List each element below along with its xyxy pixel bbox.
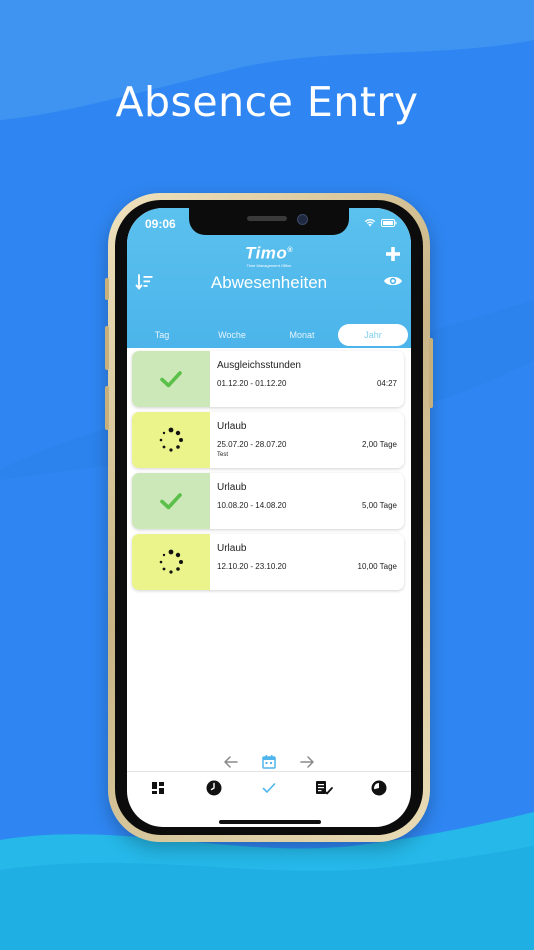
timo-logo: Timo® Time Management Office	[227, 242, 311, 268]
list-item[interactable]: Urlaub 10.08.20 - 14.08.20 5,00 Tage	[132, 473, 404, 529]
plus-icon	[386, 247, 400, 261]
power-button	[429, 338, 433, 408]
spinner-icon	[159, 549, 183, 574]
checkmark-icon	[160, 371, 182, 388]
absence-type: Urlaub	[217, 421, 247, 432]
period-pager	[127, 752, 411, 772]
wifi-icon	[364, 218, 376, 227]
bottom-navigation	[127, 778, 411, 800]
status-icons	[364, 218, 397, 227]
nav-approvals[interactable]	[314, 778, 334, 798]
list-item[interactable]: Urlaub 12.10.20 - 23.10.20 10,00 Tage	[132, 534, 404, 590]
tabbar-divider	[127, 771, 411, 772]
tab-year[interactable]: Jahr	[338, 324, 408, 346]
status-pending	[132, 534, 210, 590]
absence-dates: 25.07.20 - 28.07.20	[217, 440, 287, 449]
mute-switch	[105, 278, 109, 300]
tab-day[interactable]: Tag	[127, 324, 197, 346]
list-item[interactable]: Urlaub 25.07.20 - 28.07.20 Test 2,00 Tag…	[132, 412, 404, 468]
absence-duration: 2,00 Tage	[362, 440, 397, 449]
tab-month[interactable]: Monat	[267, 324, 337, 346]
notch	[189, 208, 349, 235]
status-approved	[132, 351, 210, 407]
status-pending	[132, 412, 210, 468]
nav-absences[interactable]	[259, 778, 279, 798]
logo-text: Timo	[245, 243, 288, 263]
front-camera	[297, 214, 308, 225]
eye-icon	[384, 276, 402, 286]
pie-chart-icon	[371, 780, 387, 796]
nav-time-tracking[interactable]	[204, 778, 224, 798]
battery-icon	[381, 218, 397, 227]
absence-type: Urlaub	[217, 482, 247, 493]
absence-duration: 10,00 Tage	[357, 562, 397, 571]
status-approved	[132, 473, 210, 529]
calendar-icon	[262, 755, 276, 769]
absence-dates: 01.12.20 - 01.12.20	[217, 379, 287, 388]
status-time: 09:06	[145, 217, 176, 231]
logo-subtitle: Time Management Office	[246, 262, 292, 268]
next-period-button[interactable]	[299, 754, 315, 770]
home-indicator	[219, 820, 321, 824]
calendar-button[interactable]	[261, 754, 277, 770]
spinner-icon	[159, 427, 183, 452]
nav-statistics[interactable]	[369, 778, 389, 798]
previous-period-button[interactable]	[223, 754, 239, 770]
page-title: Abwesenheiten	[210, 273, 328, 292]
tab-week[interactable]: Woche	[197, 324, 267, 346]
period-tabs: Tag Woche Monat Jahr	[127, 324, 411, 346]
absence-dates: 12.10.20 - 23.10.20	[217, 562, 287, 571]
arrow-left-icon	[224, 756, 238, 768]
dashboard-icon	[152, 782, 164, 794]
absence-dates: 10.08.20 - 14.08.20	[217, 501, 287, 510]
nav-dashboard[interactable]	[148, 778, 168, 798]
absence-note: Test	[217, 452, 229, 458]
absence-duration: 5,00 Tage	[362, 501, 397, 510]
app-screen: 09:06 Timo® Time Management Office Abwes…	[127, 208, 411, 827]
add-absence-button[interactable]	[385, 246, 401, 262]
checkmark-icon	[160, 493, 182, 510]
list-item[interactable]: Ausgleichsstunden 01.12.20 - 01.12.20 04…	[132, 351, 404, 407]
logo-registered-mark: ®	[287, 247, 293, 254]
visibility-toggle-button[interactable]	[383, 274, 403, 288]
arrow-right-icon	[300, 756, 314, 768]
absence-type: Ausgleichsstunden	[217, 360, 301, 371]
checkmark-icon	[262, 783, 276, 793]
volume-up-button	[105, 326, 109, 370]
absence-type: Urlaub	[217, 543, 247, 554]
clipboard-check-icon	[316, 781, 333, 795]
volume-down-button	[105, 386, 109, 430]
clock-icon	[206, 780, 222, 796]
headline: Absence Entry	[115, 78, 419, 126]
speaker	[247, 216, 287, 221]
absence-duration: 04:27	[376, 379, 397, 388]
